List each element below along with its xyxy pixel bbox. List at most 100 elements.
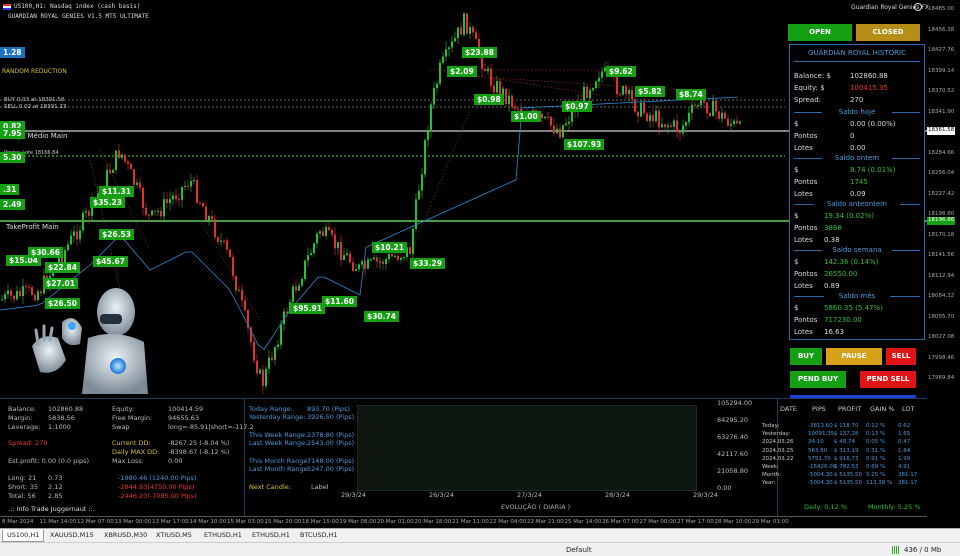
candle-body (451, 41, 453, 48)
chart-tab[interactable]: XBRUSD,M30 (100, 530, 151, 542)
spread-label: Spread: 270 (8, 439, 48, 447)
candle-body (733, 120, 735, 125)
candle-body (496, 81, 498, 93)
profit-tag: $2.09 (447, 66, 477, 77)
candle-body (19, 290, 21, 297)
daily-table-cell: 5.25 % (866, 472, 886, 479)
pend-buy-button[interactable]: PEND BUY (790, 371, 846, 388)
candle-body (490, 68, 492, 86)
candle-body (238, 290, 240, 292)
candle-body (448, 47, 450, 50)
monthly-gain: Monthly: 5.25 % (868, 503, 921, 511)
candle-body (151, 210, 153, 216)
candle-body (361, 261, 363, 265)
chart-tab[interactable]: ETHUSD,H1 (200, 530, 246, 542)
candle-body (622, 86, 624, 95)
price-tick: 17998.46 (928, 354, 955, 361)
pause-button[interactable]: PAUSE (826, 348, 882, 365)
time-tick: 22 Mar 04:00 (489, 519, 527, 525)
candle-body (166, 199, 168, 203)
candle-body (430, 104, 432, 132)
equity-label: Equity: $ (794, 84, 825, 92)
open-button[interactable]: OPEN (788, 24, 852, 41)
profit-tag: $23.88 (462, 47, 497, 58)
margin-value: 5838.56 (48, 414, 75, 422)
candle-body (157, 210, 159, 212)
candle-body (217, 237, 219, 242)
closed-button[interactable]: CLOSED (856, 24, 920, 41)
price-tick: 18141.56 (928, 252, 955, 258)
pend-sell-button[interactable]: PEND SELL (860, 371, 916, 388)
chart-tab[interactable]: XAUUSD,M15 (46, 530, 98, 542)
daily-stats-panel: DATE PIPS PROFIT GAIN % LOT Today: -3813.60 $ … (762, 398, 927, 516)
candle-body (562, 125, 564, 138)
semana-usd: 142.36 (0.14%) (824, 258, 879, 266)
ea-smile-icon (914, 3, 922, 11)
price-tick: 18399.14 (928, 67, 955, 74)
candle-body (421, 174, 423, 191)
chart-tab[interactable]: ETHUSD,H1 (248, 530, 294, 542)
candle-body (460, 27, 462, 35)
candle-body (205, 206, 207, 221)
candle-body (382, 261, 384, 264)
divider (892, 250, 920, 251)
sell-button[interactable]: SELL (886, 348, 916, 365)
daily-table-cell: $ 5135.50 (834, 480, 862, 487)
candle-body (730, 124, 732, 126)
candle-body (271, 357, 273, 360)
price-tick: 17969.84 (928, 375, 955, 381)
candle-body (13, 295, 15, 300)
time-tick: 21 Mar 11:00 (452, 519, 489, 525)
next-candle-label: Next Candle: (249, 483, 291, 491)
usd-label: $ (794, 212, 799, 220)
candle-body (160, 210, 162, 217)
daily-table-cell: 0.12 % (866, 423, 886, 429)
status-bar: Default 436 / 0 Mb (0, 542, 960, 556)
candle-body (517, 108, 519, 110)
daily-table-cell: Month: (762, 472, 782, 479)
trade-connector (89, 159, 121, 291)
daily-table-header-cell: DATE (780, 405, 797, 413)
profit-tag-left: 7.95 (0, 128, 25, 139)
candle-body (655, 110, 657, 122)
max-loss-value: 0.00 (168, 457, 183, 465)
chart-tab[interactable]: BTCUSD,H1 (296, 530, 342, 542)
evolution-date: 27/3/24 (517, 491, 543, 499)
candle-body (145, 207, 147, 215)
profile-label: Default (566, 546, 592, 554)
profit-tag: $0.97 (562, 101, 592, 112)
daily-table-header-cell: PIPS (812, 405, 826, 413)
candle-body (211, 216, 213, 220)
candle-body (7, 290, 9, 295)
evolution-title: EVOLUÇÃO ( DIARIA ) (501, 503, 571, 511)
chart-tab[interactable]: US100,H1 (2, 530, 45, 542)
daily-table-cell: Yesterday: (762, 431, 791, 438)
daily-table-cell: 34.10 (808, 439, 824, 446)
candle-body (196, 179, 198, 203)
long-label: Long: 21 (8, 474, 37, 482)
current-dd-value: -8267.25 (-8.04 %) (168, 439, 230, 447)
daily-table-cell: 2024.03.26 (762, 439, 794, 446)
candle-body (391, 253, 393, 257)
candle-body (328, 227, 330, 231)
buy-button[interactable]: BUY (790, 348, 822, 365)
daily-table-cell: 0.31 % (866, 447, 886, 454)
candle-body (88, 211, 90, 216)
divider (900, 204, 920, 205)
divider (794, 61, 920, 62)
candle-body (322, 231, 324, 236)
candle-body (676, 120, 678, 133)
chart-tab[interactable]: XTIUSD,M5 (152, 530, 196, 542)
total-value: 2.85 (48, 492, 63, 500)
candle-body (712, 101, 714, 117)
daily-table-cell: 1.99 (898, 455, 911, 462)
candle-body (424, 140, 426, 175)
candle-body (598, 77, 600, 82)
candle-body (661, 124, 663, 128)
spread-value: 270 (850, 96, 864, 104)
lotes-label: Lotes (794, 190, 813, 198)
divider (892, 112, 920, 113)
sell-position-line: SELL 0.02 at 18391.23 (4, 104, 67, 110)
candle-body (664, 124, 666, 128)
candle-body (193, 179, 195, 181)
